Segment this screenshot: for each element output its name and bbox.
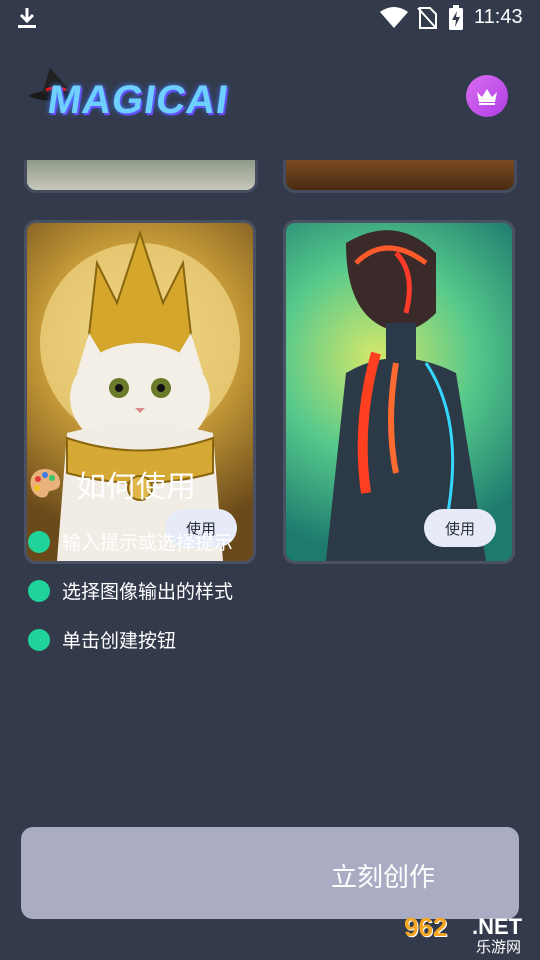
create-now-label: 立刻创作 bbox=[331, 863, 436, 893]
crown-icon bbox=[477, 89, 497, 105]
status-bar: 11:43 bbox=[0, 0, 540, 36]
watermark-subtitle: 乐游网 bbox=[476, 938, 522, 956]
clock-time: 11:43 bbox=[474, 6, 523, 28]
logo-text: MAGICAI bbox=[44, 78, 232, 122]
step-text: 选择图像输出的样式 bbox=[62, 581, 234, 603]
template-gallery[interactable]: 使用 使用 如何使用 输入提示或选择提示 选择图像输出的样式 单击创建按钮 bbox=[0, 160, 540, 795]
download-icon bbox=[18, 8, 36, 28]
list-item: 选择图像输出的样式 bbox=[28, 577, 528, 604]
how-to-use-section: 如何使用 输入提示或选择提示 选择图像输出的样式 单击创建按钮 bbox=[28, 462, 528, 653]
site-watermark: 962 .NET 乐游网 bbox=[400, 912, 536, 958]
premium-crown-button[interactable] bbox=[466, 75, 508, 117]
template-card-partial[interactable] bbox=[24, 160, 258, 193]
palette-icon bbox=[30, 469, 61, 498]
header: MAGICAI bbox=[0, 48, 540, 148]
how-to-use-title: 如何使用 bbox=[76, 470, 196, 505]
battery-charging-icon bbox=[449, 5, 463, 30]
watermark-number: 962 bbox=[404, 912, 448, 942]
create-now-button[interactable]: 立刻创作 bbox=[21, 827, 519, 919]
how-to-use-heading: 如何使用 bbox=[28, 462, 528, 506]
bullet-dot bbox=[28, 628, 50, 651]
app-logo: MAGICAI bbox=[24, 56, 254, 146]
no-sim-icon bbox=[417, 7, 437, 29]
step-text: 输入提示或选择提示 bbox=[62, 532, 234, 554]
wifi-icon bbox=[380, 7, 408, 28]
bullet-dot bbox=[28, 530, 50, 553]
list-item: 输入提示或选择提示 bbox=[28, 528, 528, 555]
step-text: 单击创建按钮 bbox=[62, 630, 177, 652]
list-item: 单击创建按钮 bbox=[28, 626, 528, 653]
bullet-dot bbox=[28, 579, 50, 602]
template-card-partial[interactable] bbox=[283, 160, 517, 193]
